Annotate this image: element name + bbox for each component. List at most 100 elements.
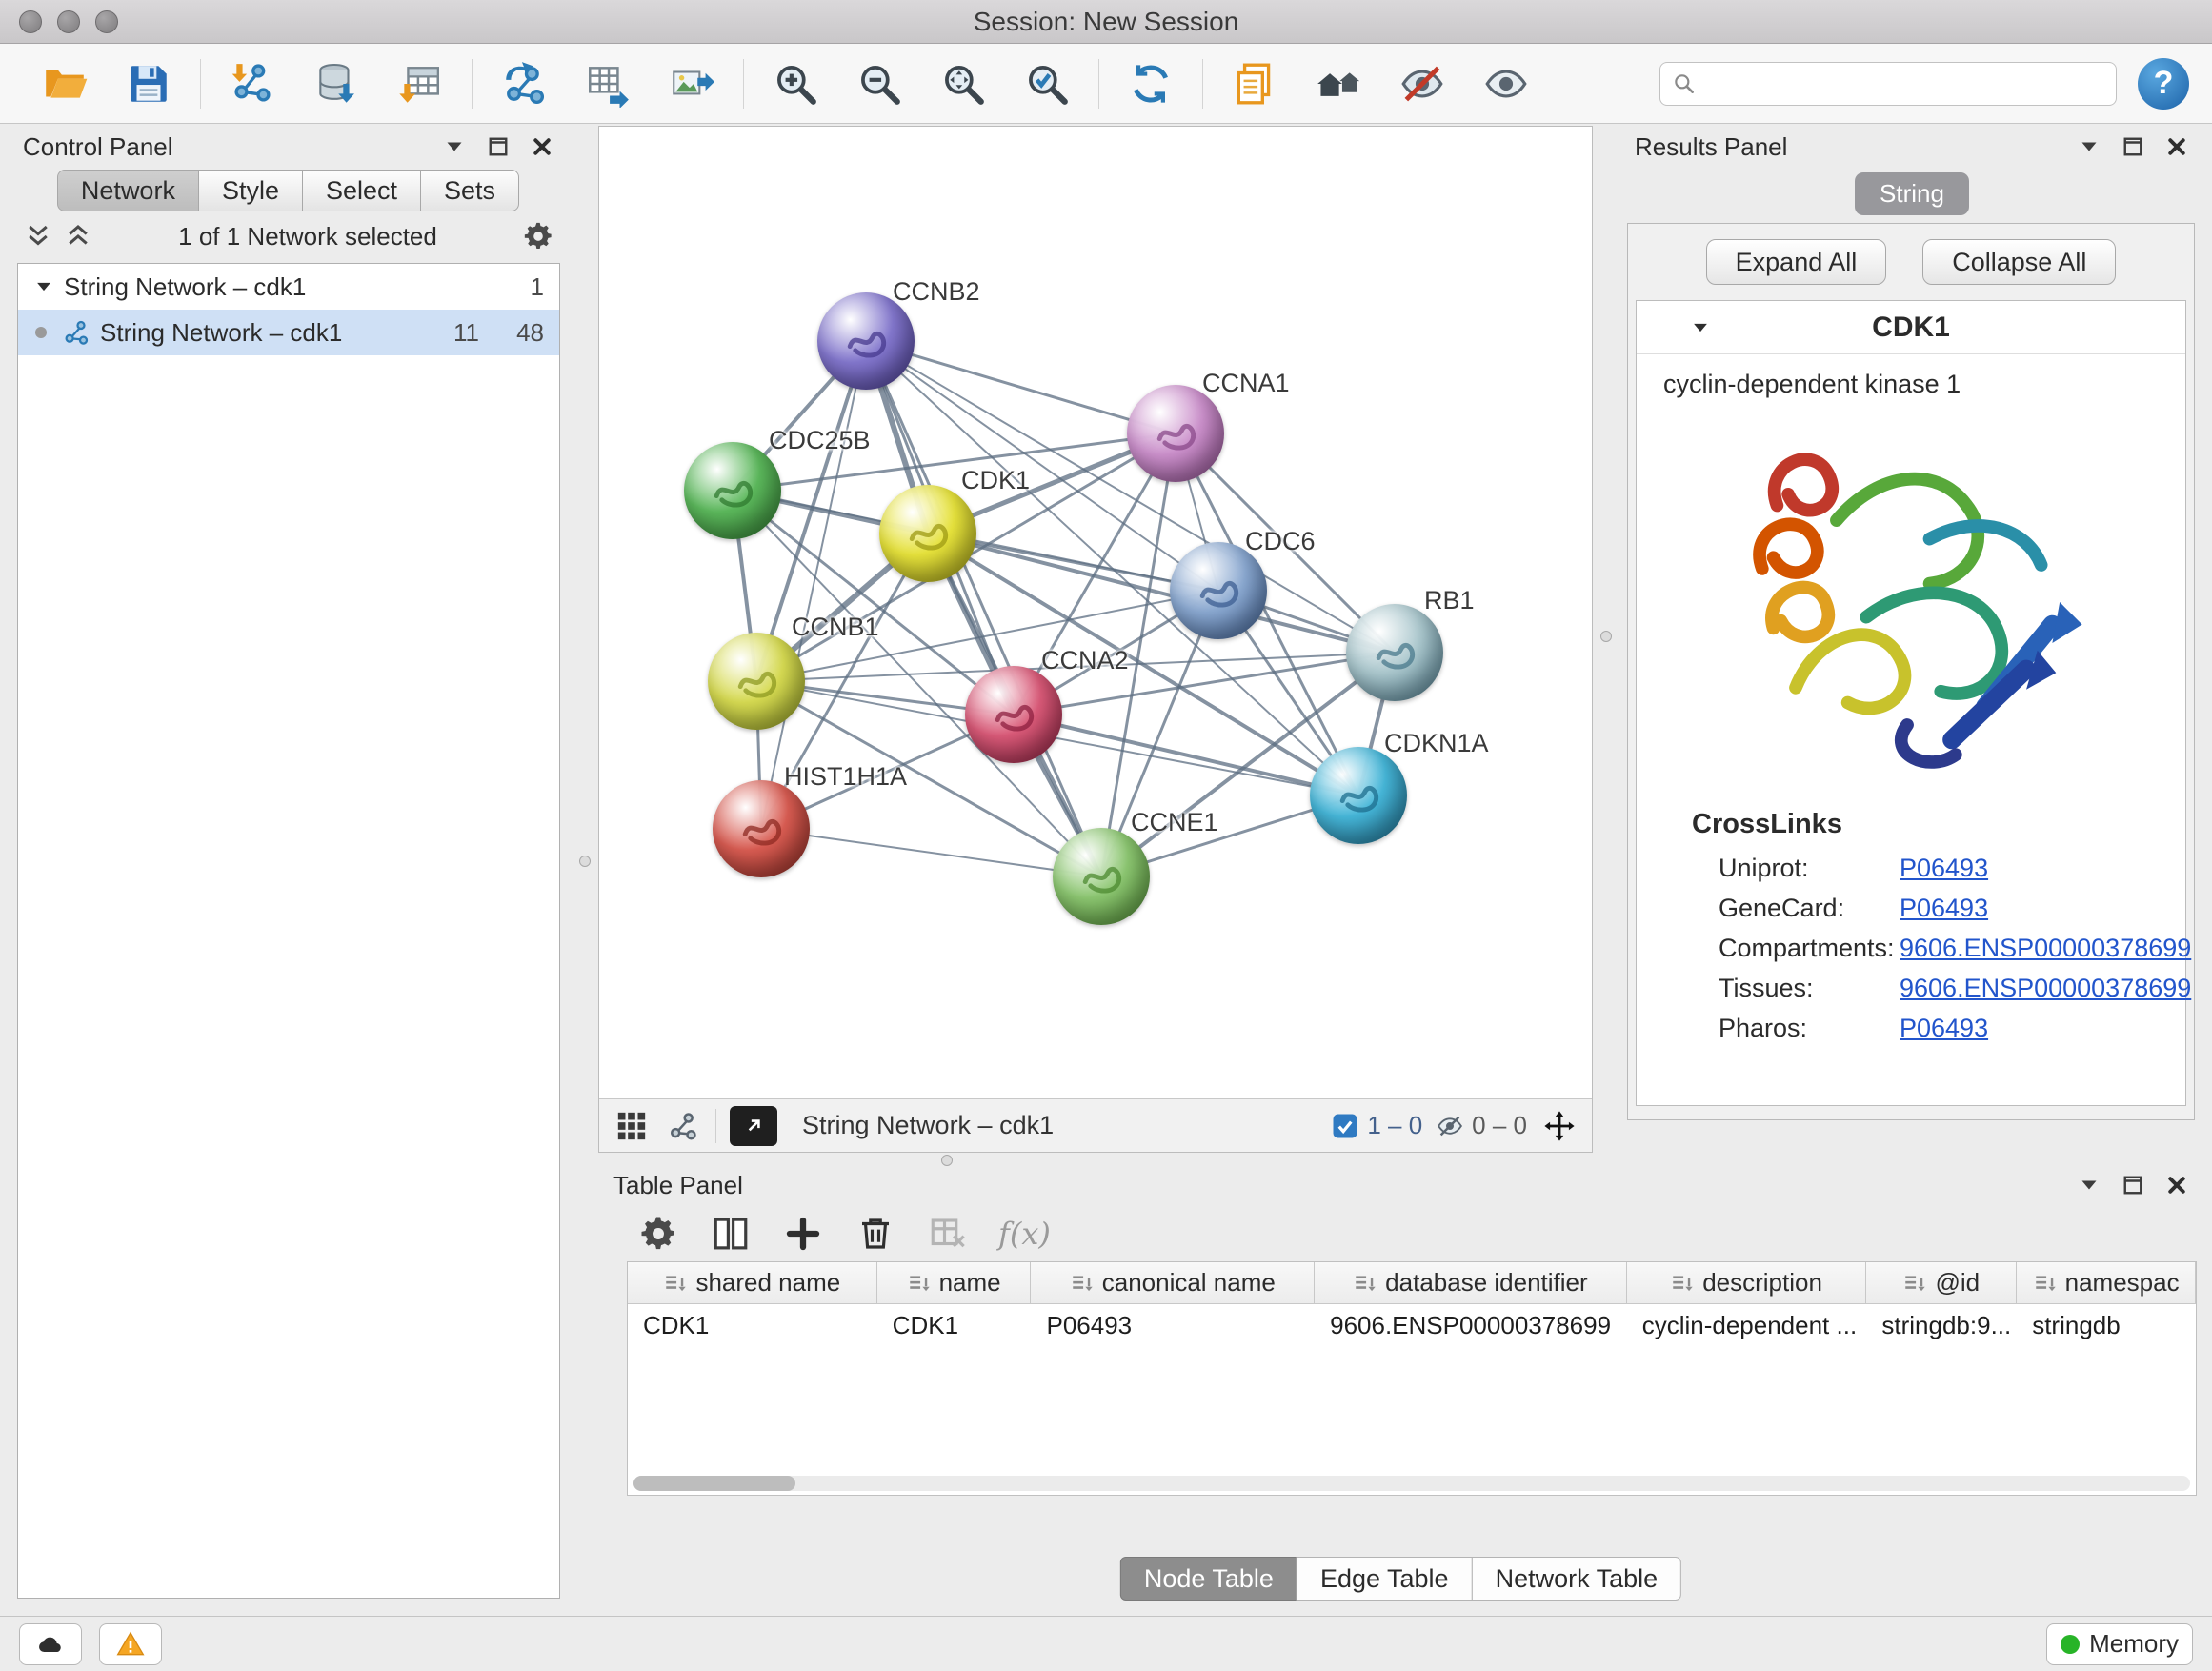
bottom-splitter-handle[interactable] xyxy=(941,1155,953,1166)
cell-id[interactable]: stringdb:9... xyxy=(1866,1304,2017,1346)
column-header-database-identifier[interactable]: database identifier xyxy=(1315,1262,1627,1303)
tab-node-table[interactable]: Node Table xyxy=(1120,1557,1297,1601)
expand-all-button[interactable]: Expand All xyxy=(1706,239,1887,285)
network-canvas[interactable]: CCNB2CCNA1CDC25BCDK1CDC6RB1CCNB1CCNA2CDK… xyxy=(599,127,1592,1098)
column-header-namespace[interactable]: namespac xyxy=(2017,1262,2196,1303)
network-node-CDK1[interactable] xyxy=(879,485,976,582)
table-row[interactable]: CDK1 CDK1 P06493 9606.ENSP00000378699 cy… xyxy=(628,1304,2196,1346)
network-collection-row[interactable]: String Network – cdk1 1 xyxy=(18,264,559,310)
pan-mode-button[interactable] xyxy=(1540,1107,1579,1145)
refresh-button[interactable] xyxy=(1109,50,1193,117)
crosslink-tissues-link[interactable]: 9606.ENSP00000378699 xyxy=(1900,974,2191,1003)
cell-name[interactable]: CDK1 xyxy=(877,1304,1032,1346)
panel-menu-button[interactable] xyxy=(2077,134,2101,159)
zoom-fit-button[interactable] xyxy=(921,50,1005,117)
left-splitter-handle[interactable] xyxy=(579,856,591,867)
close-panel-button[interactable] xyxy=(530,134,554,159)
network-view-list-button[interactable] xyxy=(664,1107,702,1145)
crosslink-compartments-link[interactable]: 9606.ENSP00000378699 xyxy=(1900,934,2191,963)
help-button[interactable]: ? xyxy=(2138,58,2189,110)
protein-card-header[interactable]: CDK1 xyxy=(1637,301,2185,354)
panel-menu-button[interactable] xyxy=(442,134,467,159)
crosslink-uniprot-link[interactable]: P06493 xyxy=(1900,854,1988,883)
import-table-from-file-button[interactable] xyxy=(378,50,462,117)
panel-menu-button[interactable] xyxy=(2077,1173,2101,1198)
scrollbar-thumb[interactable] xyxy=(633,1476,795,1491)
cell-description[interactable]: cyclin-dependent ... xyxy=(1627,1304,1867,1346)
tab-network[interactable]: Network xyxy=(57,170,199,211)
network-options-gear-icon[interactable] xyxy=(522,220,554,252)
disclosure-triangle-icon[interactable] xyxy=(33,276,54,297)
add-column-button[interactable] xyxy=(781,1212,825,1256)
string-results-tab[interactable]: String xyxy=(1855,172,1969,215)
network-node-CCNA1[interactable] xyxy=(1127,385,1224,482)
zoom-out-button[interactable] xyxy=(837,50,921,117)
tab-sets[interactable]: Sets xyxy=(420,170,519,211)
hidden-eye-slash-icon[interactable] xyxy=(1436,1112,1464,1140)
network-node-CCNE1[interactable] xyxy=(1053,828,1150,925)
cloud-services-button[interactable] xyxy=(19,1623,82,1665)
network-node-CCNB2[interactable] xyxy=(817,292,915,390)
tab-network-table[interactable]: Network Table xyxy=(1472,1557,1682,1601)
save-session-button[interactable] xyxy=(107,50,191,117)
network-node-CDC25B[interactable] xyxy=(684,442,781,539)
column-header-shared-name[interactable]: shared name xyxy=(628,1262,877,1303)
selected-checkbox-icon[interactable] xyxy=(1331,1112,1359,1140)
warnings-button[interactable] xyxy=(99,1623,162,1665)
disclosure-triangle-icon[interactable] xyxy=(1690,317,1711,338)
right-splitter-handle[interactable] xyxy=(1600,631,1612,642)
crosslink-genecard-link[interactable]: P06493 xyxy=(1900,894,1988,923)
close-panel-button[interactable] xyxy=(2164,1173,2189,1198)
close-panel-button[interactable] xyxy=(2164,134,2189,159)
tab-style[interactable]: Style xyxy=(198,170,303,211)
network-node-HIST1H1A[interactable] xyxy=(713,780,810,877)
home-button[interactable] xyxy=(1297,50,1380,117)
horizontal-scrollbar[interactable] xyxy=(633,1476,2190,1491)
float-panel-button[interactable] xyxy=(486,134,511,159)
network-edge-CCNA2-CDKN1A[interactable] xyxy=(1014,715,1358,795)
clone-network-button[interactable] xyxy=(1213,50,1297,117)
detach-view-button[interactable] xyxy=(730,1106,777,1146)
tab-edge-table[interactable]: Edge Table xyxy=(1297,1557,1473,1601)
search-input[interactable] xyxy=(1706,69,2104,98)
column-header-id[interactable]: @id xyxy=(1866,1262,2017,1303)
network-node-CCNB1[interactable] xyxy=(708,633,805,730)
new-network-button[interactable] xyxy=(482,50,566,117)
crosslink-pharos-link[interactable]: P06493 xyxy=(1900,1014,1988,1043)
tab-select[interactable]: Select xyxy=(302,170,421,211)
zoom-selected-button[interactable] xyxy=(1005,50,1089,117)
column-header-canonical-name[interactable]: canonical name xyxy=(1031,1262,1315,1303)
open-session-button[interactable] xyxy=(23,50,107,117)
cell-shared-name[interactable]: CDK1 xyxy=(628,1304,877,1346)
collapse-all-button[interactable]: Collapse All xyxy=(1922,239,2116,285)
expand-all-chevrons-icon[interactable] xyxy=(63,222,93,251)
memory-button[interactable]: Memory xyxy=(2046,1623,2193,1665)
export-image-button[interactable] xyxy=(650,50,734,117)
network-node-RB1[interactable] xyxy=(1346,604,1443,701)
float-panel-button[interactable] xyxy=(2121,1173,2145,1198)
cell-namespace[interactable]: stringdb xyxy=(2017,1304,2196,1346)
column-header-description[interactable]: description xyxy=(1627,1262,1867,1303)
network-edge-CCNB2-CCNE1[interactable] xyxy=(866,341,1101,876)
network-node-CDC6[interactable] xyxy=(1170,542,1267,639)
cell-canonical-name[interactable]: P06493 xyxy=(1031,1304,1315,1346)
delete-table-button-disabled[interactable] xyxy=(926,1212,970,1256)
network-edge-HIST1H1A-CCNE1[interactable] xyxy=(761,829,1101,876)
float-panel-button[interactable] xyxy=(2121,134,2145,159)
cell-database-identifier[interactable]: 9606.ENSP00000378699 xyxy=(1315,1304,1627,1346)
zoom-in-button[interactable] xyxy=(754,50,837,117)
column-header-name[interactable]: name xyxy=(877,1262,1032,1303)
birds-eye-view-button[interactable] xyxy=(1464,50,1548,117)
table-options-button[interactable] xyxy=(636,1212,680,1256)
grid-view-button[interactable] xyxy=(613,1107,651,1145)
network-node-CCNA2[interactable] xyxy=(965,666,1062,763)
hide-graphics-details-button[interactable] xyxy=(1380,50,1464,117)
function-builder-button[interactable]: f(x) xyxy=(998,1216,1051,1252)
select-columns-button[interactable] xyxy=(709,1212,753,1256)
import-network-from-database-button[interactable] xyxy=(294,50,378,117)
delete-column-button[interactable] xyxy=(854,1212,897,1256)
collapse-all-chevrons-icon[interactable] xyxy=(23,222,53,251)
import-network-from-file-button[interactable] xyxy=(211,50,294,117)
network-row[interactable]: String Network – cdk1 11 48 xyxy=(18,310,559,355)
network-node-CDKN1A[interactable] xyxy=(1310,747,1407,844)
